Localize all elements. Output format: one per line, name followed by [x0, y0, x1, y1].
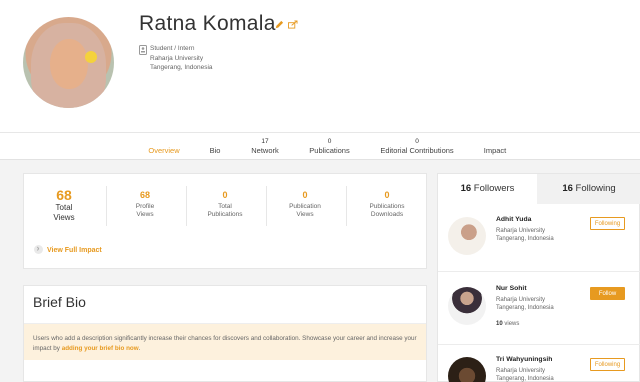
chevron-right-icon: [34, 243, 43, 254]
follower-location: Tangerang, Indonesia: [496, 236, 554, 242]
add-bio-link[interactable]: adding your brief bio now: [62, 345, 139, 352]
profile-location: Tangerang, Indonesia: [150, 64, 213, 71]
pencil-icon[interactable]: [275, 20, 285, 30]
stat-publication-views: 0 Publication Views: [289, 190, 321, 218]
avatar[interactable]: [448, 287, 486, 325]
profile-header: Ratna Komala Student / Intern Raharja Un…: [0, 0, 640, 132]
id-badge-icon: [139, 45, 147, 55]
stat-total-views: 68 Total Views: [53, 187, 75, 222]
brief-bio-card: Brief Bio Users who add a description si…: [23, 285, 427, 382]
tab-overview[interactable]: Overview: [148, 133, 180, 162]
follower-views: 10 views: [496, 321, 520, 327]
tab-editorial-contributions[interactable]: 0 Editorial Contributions: [378, 133, 456, 161]
follower-name[interactable]: Adhit Yuda: [496, 216, 531, 223]
profile-role: Student / Intern: [150, 45, 195, 52]
tab-network[interactable]: 17 Network: [248, 133, 282, 161]
tab-following[interactable]: 16 Following: [537, 174, 640, 204]
stats-card: 68 Total Views 68 Profile Views 0 Total Pu…: [23, 173, 427, 269]
follower-name[interactable]: Nur Sohit: [496, 285, 527, 292]
tab-bio[interactable]: Bio: [205, 133, 225, 161]
profile-tabs: Overview Bio 17 Network 0 Publications 0…: [0, 132, 640, 162]
tab-impact[interactable]: Impact: [482, 133, 508, 161]
avatar[interactable]: [448, 357, 486, 382]
follower-institution: Raharja University: [496, 228, 546, 234]
bio-prompt-note: Users who add a description significantl…: [24, 324, 426, 360]
profile-avatar[interactable]: [23, 17, 114, 108]
following-button[interactable]: Following: [590, 358, 625, 371]
following-button[interactable]: Following: [590, 217, 625, 230]
avatar[interactable]: [448, 217, 486, 255]
stat-publications-downloads: 0 Publications Downloads: [369, 190, 405, 218]
view-full-impact-link[interactable]: View Full Impact: [34, 243, 102, 254]
follower-location: Tangerang, Indonesia: [496, 305, 554, 311]
follower-institution: Raharja University: [496, 297, 546, 303]
stat-total-publications: 0 Total Publications: [207, 190, 243, 218]
tab-publications[interactable]: 0 Publications: [307, 133, 352, 161]
followers-panel: 16 Followers 16 Following Adhit Yuda Rah…: [437, 173, 640, 382]
follower-name[interactable]: Tri Wahyuningsih: [496, 356, 552, 363]
profile-name: Ratna Komala: [139, 12, 276, 35]
share-icon[interactable]: [288, 20, 298, 30]
stat-profile-views: 68 Profile Views: [135, 190, 155, 218]
profile-institution: Raharja University: [150, 55, 204, 62]
brief-bio-title: Brief Bio: [33, 294, 86, 310]
follower-location: Tangerang, Indonesia: [496, 376, 554, 382]
follower-institution: Raharja University: [496, 368, 546, 374]
follow-button[interactable]: Follow: [590, 287, 625, 300]
tab-followers[interactable]: 16 Followers: [438, 174, 537, 204]
